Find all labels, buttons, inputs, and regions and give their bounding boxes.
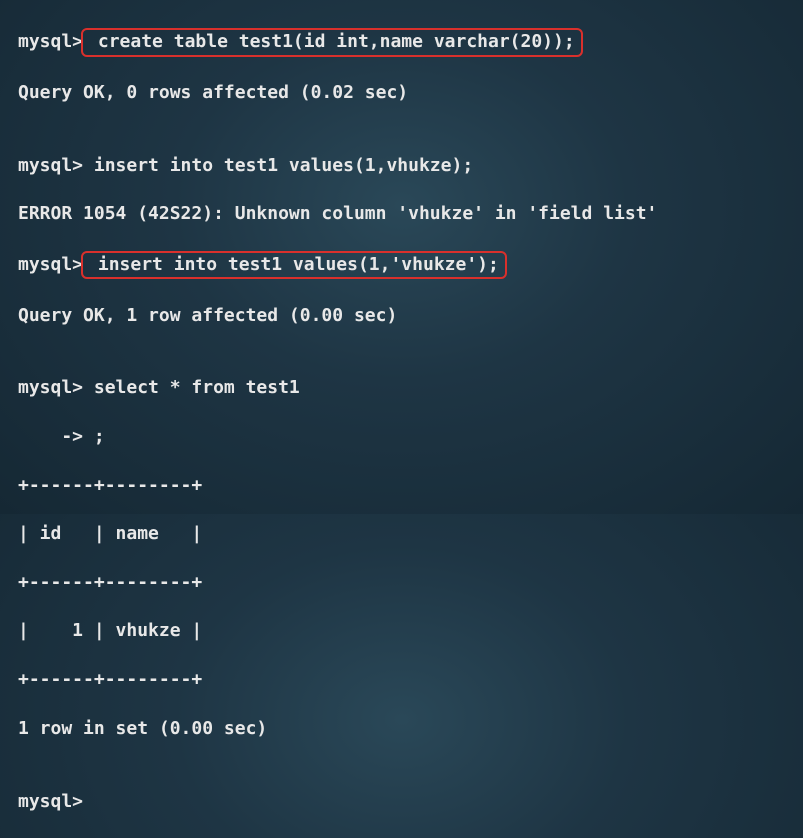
terminal-line: mysql>	[18, 790, 793, 814]
terminal-line: ERROR 1054 (42S22): Unknown column 'vhuk…	[18, 202, 793, 226]
terminal-line: | 1 | vhukze |	[18, 619, 793, 643]
terminal-line: +------+--------+	[18, 668, 793, 692]
terminal-line: +------+--------+	[18, 474, 793, 498]
terminal-line: Query OK, 1 row affected (0.00 sec)	[18, 304, 793, 328]
terminal-line: 1 row in set (0.00 sec)	[18, 717, 793, 741]
terminal-output[interactable]: mysql> create table test1(id int,name va…	[0, 0, 803, 838]
prompt: mysql>	[18, 31, 83, 52]
terminal-line: mysql> insert into test1 values(1,'vhukz…	[18, 251, 793, 279]
highlighted-command: insert into test1 values(1,'vhukze');	[81, 251, 507, 279]
prompt: mysql>	[18, 254, 83, 275]
terminal-line: +------+--------+	[18, 571, 793, 595]
highlighted-command: create table test1(id int,name varchar(2…	[81, 28, 583, 56]
terminal-line: -> ;	[18, 425, 793, 449]
terminal-line: mysql> create table test1(id int,name va…	[18, 28, 793, 56]
terminal-line: mysql> insert into test1 values(1,vhukze…	[18, 154, 793, 178]
terminal-line: Query OK, 0 rows affected (0.02 sec)	[18, 81, 793, 105]
terminal-line: mysql> select * from test1	[18, 376, 793, 400]
terminal-line: | id | name |	[18, 522, 793, 546]
